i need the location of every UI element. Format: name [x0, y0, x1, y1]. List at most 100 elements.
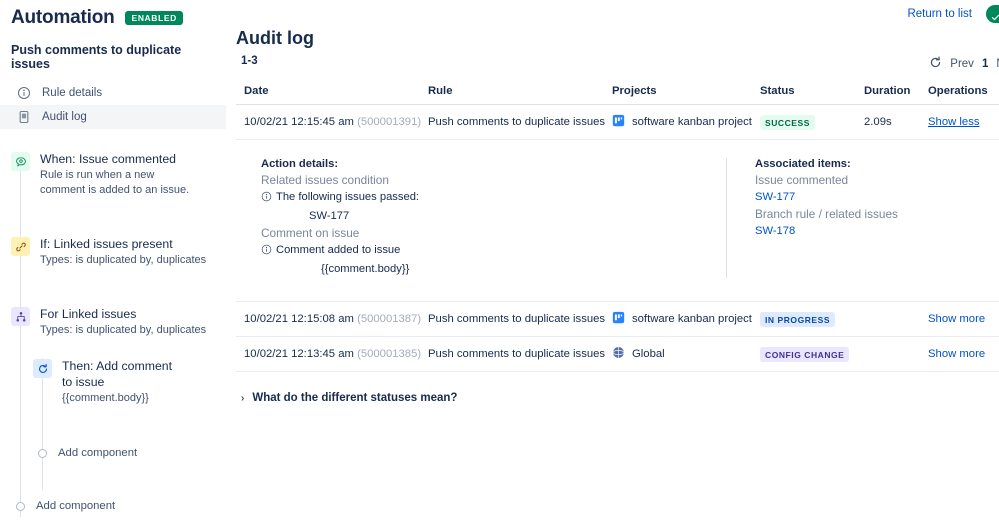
- sidebar-item-label: Audit log: [42, 111, 87, 123]
- component-spine: [20, 159, 21, 517]
- cell-status: SUCCESS: [760, 104, 864, 140]
- cell-rule: Push comments to duplicate issues: [428, 301, 612, 337]
- info-circle-icon: [261, 191, 272, 208]
- cell-status: CONFIG CHANGE: [760, 336, 864, 372]
- cell-operations: Show less: [928, 104, 999, 140]
- cell-project: software kanban project: [612, 301, 760, 337]
- action-value-1: SW-177: [309, 210, 350, 222]
- cell-operations: Show more: [928, 336, 999, 372]
- cell-project: software kanban project: [612, 104, 760, 140]
- component-subtitle: Rule is run when a new comment is added …: [40, 169, 190, 196]
- component-if[interactable]: If: Linked issues present Types: is dupl…: [0, 236, 226, 268]
- table-row[interactable]: 10/02/21 12:15:08 am (500001387) Push co…: [236, 301, 999, 337]
- action-details-label: Action details:: [261, 158, 339, 170]
- cell-project: Global: [612, 336, 760, 372]
- cell-operations: Show more: [928, 301, 999, 337]
- show-less-link[interactable]: Show less: [928, 116, 980, 128]
- return-to-list-link[interactable]: Return to list: [907, 8, 972, 20]
- action-group-2: Comment on issue: [261, 226, 360, 240]
- column-header-duration: Duration: [864, 85, 928, 105]
- action-line-1-text: The following issues passed:: [276, 191, 420, 203]
- date-value: 10/02/21 12:13:45 am: [244, 348, 354, 360]
- add-component-outer-button[interactable]: Add component: [0, 500, 226, 512]
- comment-icon: [11, 152, 30, 171]
- column-header-date: Date: [236, 85, 428, 105]
- sidebar-nav: Rule details Audit log: [0, 81, 226, 129]
- action-details-panel: Action details: Related issues condition…: [236, 158, 726, 278]
- status-badge: SUCCESS: [760, 114, 815, 130]
- header-actions: Return to list: [907, 5, 999, 23]
- pagination: Prev 1 Next: [929, 56, 999, 72]
- chevron-right-icon: ›: [241, 392, 245, 404]
- sidebar: Automation ENABLED Push comments to dupl…: [0, 0, 226, 520]
- refresh-icon: [33, 359, 52, 378]
- branch-icon: [11, 307, 30, 326]
- cell-duration: [864, 301, 928, 337]
- statuses-faq-toggle[interactable]: › What do the different statuses mean?: [236, 392, 999, 404]
- show-more-link[interactable]: Show more: [928, 348, 985, 360]
- action-line-1: The following issues passed:: [261, 189, 726, 208]
- component-title: When: Issue commented: [40, 152, 177, 166]
- audit-id: (500001391): [357, 116, 422, 128]
- cell-status: IN PROGRESS: [760, 301, 864, 337]
- add-dot-icon: [38, 448, 47, 458]
- rule-name: Push comments to duplicate issues: [11, 43, 182, 71]
- expanded-detail-row: Action details: Related issues condition…: [236, 139, 999, 302]
- sidebar-item-label: Rule details: [42, 87, 103, 99]
- cell-date: 10/02/21 12:15:45 am (500001391): [236, 104, 428, 140]
- rule-enabled-toggle[interactable]: [986, 5, 999, 23]
- project-name: software kanban project: [632, 313, 752, 325]
- action-line-2: Comment added to issue: [261, 242, 726, 261]
- component-title: If: Linked issues present: [40, 237, 173, 251]
- component-then[interactable]: Then: Add comment to issue {{comment.bod…: [30, 358, 226, 406]
- add-component-inner-button[interactable]: Add component: [30, 447, 226, 459]
- table-row[interactable]: 10/02/21 12:13:45 am (500001385) Push co…: [236, 336, 999, 372]
- info-circle-icon: [261, 244, 272, 261]
- associated-items-label: Associated items:: [755, 158, 851, 170]
- table-header-row: Date Rule Projects Status Duration Opera…: [236, 85, 999, 105]
- pager-prev[interactable]: Prev: [950, 58, 974, 70]
- column-header-status: Status: [760, 85, 864, 105]
- component-title: Then: Add comment to issue: [62, 359, 173, 389]
- audit-id: (500001387): [357, 313, 422, 325]
- faq-label: What do the different statuses mean?: [252, 392, 458, 404]
- pager-page-1: 1: [981, 58, 989, 70]
- show-more-link[interactable]: Show more: [928, 313, 985, 325]
- rule-components: When: Issue commented Rule is run when a…: [0, 151, 226, 517]
- status-badge: CONFIG CHANGE: [760, 346, 850, 362]
- column-header-rule: Rule: [428, 85, 612, 105]
- automation-audit-log-page: Automation ENABLED Push comments to dupl…: [0, 0, 999, 520]
- assoc-link-sw-177[interactable]: SW-177: [755, 189, 996, 206]
- add-dot-icon: [16, 501, 25, 511]
- table-row[interactable]: 10/02/21 12:15:45 am (500001391) Push co…: [236, 104, 999, 140]
- refresh-icon[interactable]: [929, 56, 942, 72]
- sidebar-item-rule-details[interactable]: Rule details: [0, 81, 226, 105]
- result-count: 1-3: [241, 55, 258, 67]
- add-component-label: Add component: [36, 500, 116, 512]
- action-line-2-text: Comment added to issue: [276, 244, 401, 256]
- globe-icon: [612, 346, 625, 362]
- assoc-group-2: Branch rule / related issues: [755, 207, 898, 221]
- cell-duration: [864, 336, 928, 372]
- sidebar-item-audit-log[interactable]: Audit log: [0, 105, 226, 129]
- date-value: 10/02/21 12:15:08 am: [244, 313, 354, 325]
- associated-items-panel: Associated items: Issue commented SW-177…: [726, 158, 996, 278]
- main-content: Return to list Audit log 1-3 Prev 1 Next…: [226, 0, 999, 520]
- component-title: For Linked issues: [40, 307, 137, 321]
- status-badge: IN PROGRESS: [760, 311, 836, 327]
- kanban-board-icon: [612, 311, 625, 327]
- nested-branch: Then: Add comment to issue {{comment.bod…: [30, 358, 226, 490]
- component-when[interactable]: When: Issue commented Rule is run when a…: [0, 151, 226, 198]
- add-component-label: Add component: [58, 447, 138, 459]
- project-name: Global: [632, 348, 665, 360]
- assoc-link-sw-178[interactable]: SW-178: [755, 223, 996, 240]
- cell-date: 10/02/21 12:13:45 am (500001385): [236, 336, 428, 372]
- app-header: Automation ENABLED: [0, 0, 226, 29]
- cell-rule: Push comments to duplicate issues: [428, 336, 612, 372]
- component-for[interactable]: For Linked issues Types: is duplicated b…: [0, 306, 226, 338]
- column-header-operations: Operations: [928, 85, 999, 105]
- component-subtitle: Types: is duplicated by, duplicates: [40, 324, 207, 336]
- project-name: software kanban project: [632, 116, 752, 128]
- action-value-2: {{comment.body}}: [321, 263, 410, 275]
- app-title: Automation: [11, 7, 115, 28]
